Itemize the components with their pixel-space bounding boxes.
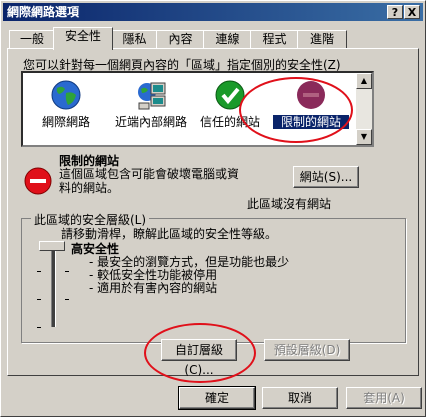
tab-advanced[interactable]: 進階 [297,30,347,49]
annotation-circle-restricted [239,77,353,143]
slider-tick [37,271,41,272]
cancel-button[interactable]: 取消 [262,387,338,409]
ok-button[interactable]: 確定 [178,386,256,410]
window-title: 網際網路選項 [7,5,80,19]
zone-internet[interactable]: 網際網路 [31,79,101,129]
tab-security[interactable]: 安全性 [53,27,113,50]
no-sites-text: 此區域沒有網站 [247,197,332,211]
local-intranet-icon [135,79,167,111]
tab-content[interactable]: 內容 [156,30,205,49]
scroll-up-icon[interactable]: ▲ [356,73,372,89]
restricted-zone-large-icon [23,166,53,199]
scroll-down-icon[interactable]: ▼ [356,129,372,145]
level-bullet: - 適用於有害內容的網站 [89,281,218,295]
security-level-bullets: - 最安全的瀏覽方式，但是功能也最少 - 較低安全性功能被停用 - 適用於有害內… [89,256,289,295]
slider-tick [37,327,41,328]
zone-local-intranet-label: 近端內部網路 [114,115,187,129]
globe-icon [50,79,82,111]
close-button[interactable]: X [404,5,420,19]
annotation-circle-custom-level [144,323,256,383]
help-button[interactable]: ? [387,5,403,19]
zone-internet-label: 網際網路 [41,115,90,129]
tab-connections[interactable]: 連線 [203,30,252,49]
title-bar[interactable]: 網際網路選項 ? X [3,3,423,21]
tab-privacy[interactable]: 隱私 [111,30,158,49]
selected-zone-description: 這個區域包含可能會破壞電腦或資料的網站。 [59,167,240,195]
slider-tick [65,271,69,272]
tab-programs[interactable]: 程式 [250,30,299,49]
apply-button[interactable]: 套用(A) [346,387,422,409]
security-slider-track [51,241,56,327]
slider-tick [37,299,41,300]
security-slider-thumb[interactable] [39,241,65,251]
tab-general[interactable]: 一般 [9,30,55,49]
zone-local-intranet[interactable]: 近端內部網路 [113,79,189,129]
zone-list-scrollbar[interactable]: ▲ ▼ [356,73,372,145]
slider-tick [65,299,69,300]
sites-button[interactable]: 網站(S)... [293,166,359,188]
default-level-button[interactable]: 預設層級(D) [264,339,350,361]
dialog-window: 網際網路選項 ? X 一般 安全性 隱私 內容 連線 程式 進階 您可以針對每一… [0,0,426,417]
tab-strip: 一般 安全性 隱私 內容 連線 程式 進階 [7,27,419,50]
